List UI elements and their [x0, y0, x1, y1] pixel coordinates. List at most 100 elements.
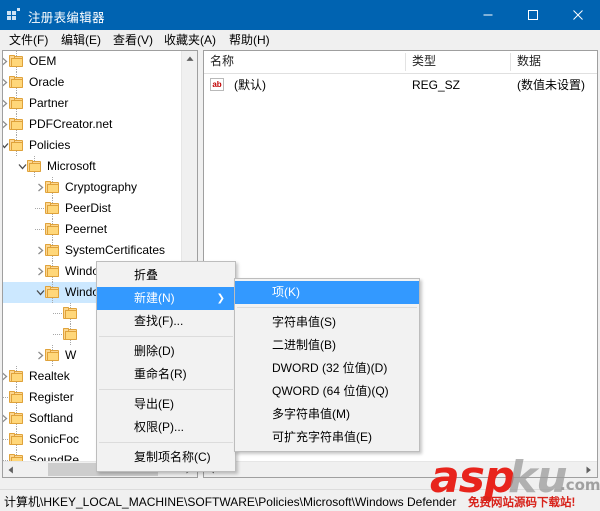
tree-item-label: Partner: [29, 96, 69, 110]
context-menu-item-label: 查找(F)...: [134, 314, 184, 328]
tree-item-label: Cryptography: [65, 180, 138, 194]
minimize-button[interactable]: [465, 0, 510, 30]
submenu-item-label: 多字符串值(M): [272, 407, 350, 421]
folder-icon: [9, 370, 24, 383]
folder-icon: [9, 391, 24, 404]
menu-help[interactable]: 帮助(H): [225, 32, 274, 49]
folder-icon: [45, 223, 60, 236]
context-menu-item-3[interactable]: 删除(D): [97, 340, 235, 363]
submenu-item-3[interactable]: DWORD (32 位值)(D): [235, 357, 419, 380]
tree-item-label: Policies: [29, 138, 71, 152]
submenu-item-label: QWORD (64 位值)(Q): [272, 384, 389, 398]
folder-icon: [27, 160, 42, 173]
menu-view[interactable]: 查看(V): [109, 32, 157, 49]
window-title: 注册表编辑器: [28, 11, 105, 25]
menu-favorites[interactable]: 收藏夹(A): [160, 32, 220, 49]
tree-connector: [3, 439, 8, 440]
tree-connector: [53, 334, 62, 335]
submenu-item-0[interactable]: 项(K): [235, 281, 419, 304]
context-menu-item-7[interactable]: 复制项名称(C): [97, 446, 235, 469]
menu-separator: [99, 336, 233, 337]
menu-bar: 文件(F) 编辑(E) 查看(V) 收藏夹(A) 帮助(H): [0, 30, 600, 50]
folder-icon: [45, 244, 60, 257]
context-menu-item-0[interactable]: 折叠: [97, 264, 235, 287]
tree-item-label: Microsoft: [47, 159, 96, 173]
menu-file[interactable]: 文件(F): [5, 32, 52, 49]
tree-item-policies[interactable]: Policies: [3, 135, 183, 156]
tree-connector: [35, 229, 44, 230]
list-horizontal-scrollbar[interactable]: [204, 461, 597, 477]
menu-separator: [99, 389, 233, 390]
context-menu-item-label: 折叠: [134, 268, 159, 282]
title-bar: 注册表编辑器: [0, 0, 600, 30]
column-header-name[interactable]: 名称: [204, 51, 406, 72]
registry-editor-window: 注册表编辑器 文件(F) 编辑(E) 查看(V) 收藏夹(A) 帮助(H) OE…: [0, 0, 600, 511]
tree-item-label: Oracle: [29, 75, 65, 89]
tree-item-peerdist[interactable]: PeerDist: [3, 198, 183, 219]
submenu-item-label: DWORD (32 位值)(D): [272, 361, 388, 375]
submenu-item-label: 二进制值(B): [272, 338, 336, 352]
tree-item-label: Register: [29, 390, 74, 404]
context-menu-item-2[interactable]: 查找(F)...: [97, 310, 235, 333]
close-button[interactable]: [555, 0, 600, 30]
tree-item-pdfcreator-net[interactable]: PDFCreator.net: [3, 114, 183, 135]
tree-item-peernet[interactable]: Peernet: [3, 219, 183, 240]
new-submenu[interactable]: 项(K) 字符串值(S) 二进制值(B) DWORD (32 位值)(D) QWORD …: [234, 278, 420, 452]
tree-item-label: SystemCertificates: [65, 243, 166, 257]
tree-item-partner[interactable]: Partner: [3, 93, 183, 114]
folder-icon: [9, 97, 24, 110]
context-menu-item-label: 重命名(R): [134, 367, 187, 381]
list-scroll-right-button[interactable]: [581, 462, 597, 477]
value-name: (默认): [234, 78, 266, 92]
context-menu-item-6[interactable]: 权限(P)...: [97, 416, 235, 439]
tree-item-microsoft[interactable]: Microsoft: [3, 156, 183, 177]
folder-icon: [45, 265, 60, 278]
tree-item-label: W: [65, 348, 77, 362]
chevron-right-icon: ❯: [216, 293, 225, 304]
context-menu-item-label: 复制项名称(C): [134, 450, 211, 464]
tree-item-systemcertificates[interactable]: SystemCertificates: [3, 240, 183, 261]
folder-icon: [45, 349, 60, 362]
column-header-data[interactable]: 数据: [511, 51, 597, 72]
tree-item-oem[interactable]: OEM: [3, 51, 183, 72]
maximize-button[interactable]: [510, 0, 555, 30]
tree-connector: [3, 397, 8, 398]
tree-scroll-up-button[interactable]: [182, 51, 197, 67]
submenu-item-label: 可扩充字符串值(E): [272, 430, 372, 444]
registry-editor-icon: [7, 8, 22, 23]
tree-item-cryptography[interactable]: Cryptography: [3, 177, 183, 198]
folder-icon: [9, 412, 24, 425]
folder-icon: [45, 181, 60, 194]
tree-item-oracle[interactable]: Oracle: [3, 72, 183, 93]
values-column-header: 名称 类型 数据: [204, 51, 597, 74]
value-type: REG_SZ: [412, 78, 461, 92]
tree-item-label: SonicFoc: [29, 432, 80, 446]
submenu-item-6[interactable]: 可扩充字符串值(E): [235, 426, 419, 449]
context-menu-item-5[interactable]: 导出(E): [97, 393, 235, 416]
tree-item-label: OEM: [29, 54, 57, 68]
tree-context-menu[interactable]: 折叠新建(N) ❯ 查找(F)... 删除(D) 重命名(R) 导出(E) 权限(P)...…: [96, 261, 236, 472]
submenu-item-label: 字符串值(S): [272, 315, 336, 329]
table-row[interactable]: ab (默认) REG_SZ (数值未设置): [204, 75, 597, 95]
status-bar: 计算机\HKEY_LOCAL_MACHINE\SOFTWARE\Policies…: [0, 489, 600, 511]
context-menu-item-label: 导出(E): [134, 397, 174, 411]
tree-item-label: PDFCreator.net: [29, 117, 113, 131]
submenu-item-4[interactable]: QWORD (64 位值)(Q): [235, 380, 419, 403]
context-menu-item-label: 新建(N): [134, 291, 175, 305]
column-header-type[interactable]: 类型: [406, 51, 511, 72]
submenu-item-1[interactable]: 字符串值(S): [235, 311, 419, 334]
menu-edit[interactable]: 编辑(E): [57, 32, 105, 49]
submenu-item-5[interactable]: 多字符串值(M): [235, 403, 419, 426]
context-menu-item-label: 权限(P)...: [134, 420, 184, 434]
tree-item-label: Realtek: [29, 369, 70, 383]
value-data: (数值未设置): [517, 78, 585, 92]
folder-icon: [9, 433, 24, 446]
context-menu-item-4[interactable]: 重命名(R): [97, 363, 235, 386]
submenu-item-2[interactable]: 二进制值(B): [235, 334, 419, 357]
folder-icon: [63, 328, 78, 341]
tree-scroll-left-button[interactable]: [3, 462, 19, 477]
menu-separator: [237, 307, 417, 308]
menu-separator: [99, 442, 233, 443]
context-menu-item-1[interactable]: 新建(N) ❯: [97, 287, 235, 310]
tree-item-label: Softland: [29, 411, 74, 425]
